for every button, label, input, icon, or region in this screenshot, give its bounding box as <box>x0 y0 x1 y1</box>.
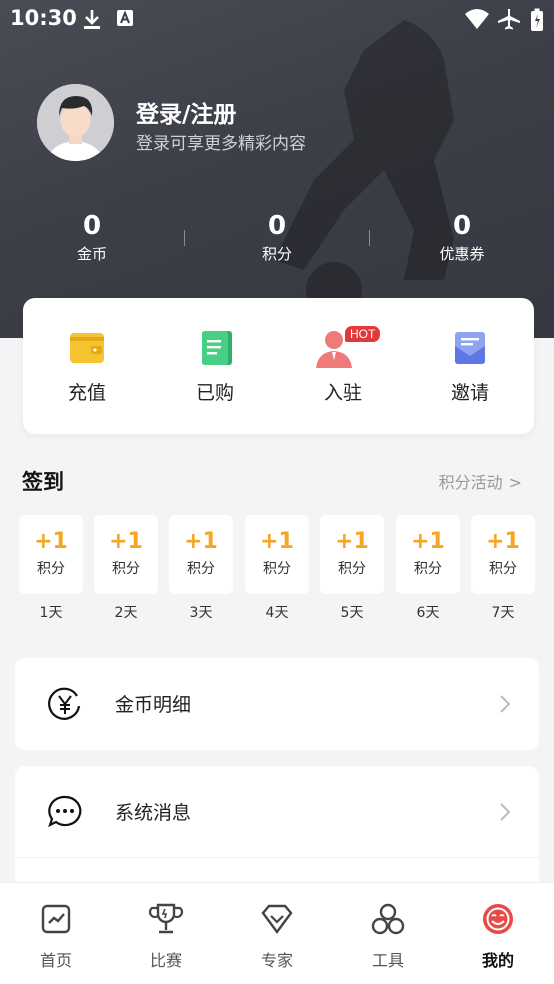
stat-value: 0 <box>267 211 287 241</box>
stat-coupons[interactable]: 0 优惠券 <box>402 208 522 264</box>
tab-experts[interactable]: 专家 <box>237 901 317 971</box>
menu-coin-details[interactable]: 金币明细 <box>15 658 539 750</box>
trophy-icon <box>148 903 184 934</box>
checkin-day[interactable]: +1 积分 7天 <box>471 515 535 622</box>
menu-system-messages[interactable]: 系统消息 <box>15 766 539 882</box>
chart-icon <box>41 904 71 934</box>
checkin-day-label: 3天 <box>189 605 213 621</box>
chevron-right-icon: > <box>508 473 522 492</box>
checkin-day[interactable]: +1 积分 3天 <box>169 515 233 622</box>
checkin-unit: 积分 <box>187 561 215 577</box>
checkin-day[interactable]: +1 积分 1天 <box>19 515 83 622</box>
chevron-right-icon <box>500 803 511 821</box>
checkin-unit: 积分 <box>414 561 442 577</box>
checkin-unit: 积分 <box>338 561 366 577</box>
menu-label: 金币明细 <box>115 694 192 716</box>
diamond-icon <box>261 904 293 935</box>
tab-home[interactable]: 首页 <box>16 901 96 971</box>
checkin-title: 签到 <box>22 470 64 494</box>
quick-action-label: 入驻 <box>323 382 362 404</box>
stats-row: 0 金币 0 积分 0 优惠券 <box>0 208 554 278</box>
quick-action-label: 邀请 <box>450 382 489 404</box>
stat-label: 优惠券 <box>439 245 485 263</box>
circles-icon <box>371 903 405 935</box>
checkin-days: +1 积分 1天 +1 积分 2天 +1 积分 3天 +1 积分 4天 +1 积分 5天 … <box>19 515 539 625</box>
download-icon <box>84 10 100 29</box>
quick-actions-card: 充值 已购 HOT 入驻 邀请 <box>23 298 534 434</box>
stat-coins[interactable]: 0 金币 <box>32 208 152 264</box>
profile-header <box>0 0 554 338</box>
checkin-day[interactable]: +1 积分 2天 <box>94 515 158 622</box>
checkin-day-label: 6天 <box>416 605 440 621</box>
status-time: 10:30 <box>10 6 77 30</box>
checkin-bonus: +1 <box>260 529 294 554</box>
stat-label: 金币 <box>76 245 107 263</box>
menu-label: 系统消息 <box>115 802 192 824</box>
tab-tools[interactable]: 工具 <box>348 901 428 971</box>
divider <box>369 230 370 246</box>
battery-icon <box>531 8 543 31</box>
tab-label: 工具 <box>371 951 404 970</box>
checkin-bonus: +1 <box>486 529 520 554</box>
smiley-icon <box>483 904 513 934</box>
wifi-icon <box>465 9 489 29</box>
quick-action-invite[interactable]: 邀请 <box>420 328 520 405</box>
stat-points[interactable]: 0 积分 <box>217 208 337 264</box>
checkin-unit: 积分 <box>112 561 140 577</box>
airplane-icon <box>498 9 520 30</box>
checkin-bonus: +1 <box>335 529 369 554</box>
document-icon <box>202 331 232 365</box>
bottom-tab-bar: 首页 比赛 专家 工具 我的 <box>0 882 554 984</box>
checkin-day-label: 4天 <box>265 605 289 621</box>
default-avatar-icon <box>37 84 114 161</box>
checkin-unit: 积分 <box>263 561 291 577</box>
stat-value: 0 <box>82 211 102 241</box>
tab-label: 我的 <box>481 951 514 970</box>
quick-action-settle-in[interactable]: HOT 入驻 <box>293 326 393 405</box>
tab-label: 专家 <box>260 951 293 970</box>
checkin-day-label: 7天 <box>491 605 515 621</box>
yen-coin-icon <box>48 687 81 720</box>
checkin-bonus: +1 <box>411 529 445 554</box>
quick-action-label: 已购 <box>195 382 234 404</box>
avatar[interactable] <box>37 84 114 161</box>
tab-mine[interactable]: 我的 <box>458 901 538 971</box>
checkin-bonus: +1 <box>109 529 143 554</box>
checkin-day-label: 5天 <box>340 605 364 621</box>
chevron-right-icon <box>500 695 511 713</box>
quick-action-label: 充值 <box>67 382 106 404</box>
checkin-day[interactable]: +1 积分 6天 <box>396 515 460 622</box>
quick-action-purchased[interactable]: 已购 <box>165 328 265 405</box>
login-subtitle: 登录可享更多精彩内容 <box>136 134 306 154</box>
checkin-day-label: 2天 <box>114 605 138 621</box>
wallet-icon <box>70 333 104 363</box>
divider <box>184 230 185 246</box>
app-a-icon <box>117 10 133 26</box>
mail-icon <box>455 332 485 364</box>
tab-label: 比赛 <box>149 951 182 970</box>
stat-label: 积分 <box>261 245 292 263</box>
checkin-bonus: +1 <box>184 529 218 554</box>
divider <box>15 857 539 858</box>
hot-badge: HOT <box>345 326 381 342</box>
login-register-link[interactable]: 登录/注册 <box>136 95 236 129</box>
points-activity-label: 积分活动 <box>438 473 503 492</box>
checkin-day[interactable]: +1 积分 4天 <box>245 515 309 622</box>
checkin-unit: 积分 <box>37 561 65 577</box>
checkin-bonus: +1 <box>34 529 68 554</box>
football-player-background <box>274 20 454 318</box>
status-bar: 10:30 <box>0 0 554 40</box>
checkin-day[interactable]: +1 积分 5天 <box>320 515 384 622</box>
stat-value: 0 <box>452 211 472 241</box>
chat-bubble-icon <box>48 795 82 828</box>
checkin-unit: 积分 <box>489 561 517 577</box>
tab-label: 首页 <box>39 951 72 970</box>
quick-action-recharge[interactable]: 充值 <box>37 328 137 405</box>
tab-matches[interactable]: 比赛 <box>126 901 206 971</box>
checkin-day-label: 1天 <box>39 605 63 621</box>
points-activity-link[interactable]: 积分活动 > <box>439 469 522 493</box>
